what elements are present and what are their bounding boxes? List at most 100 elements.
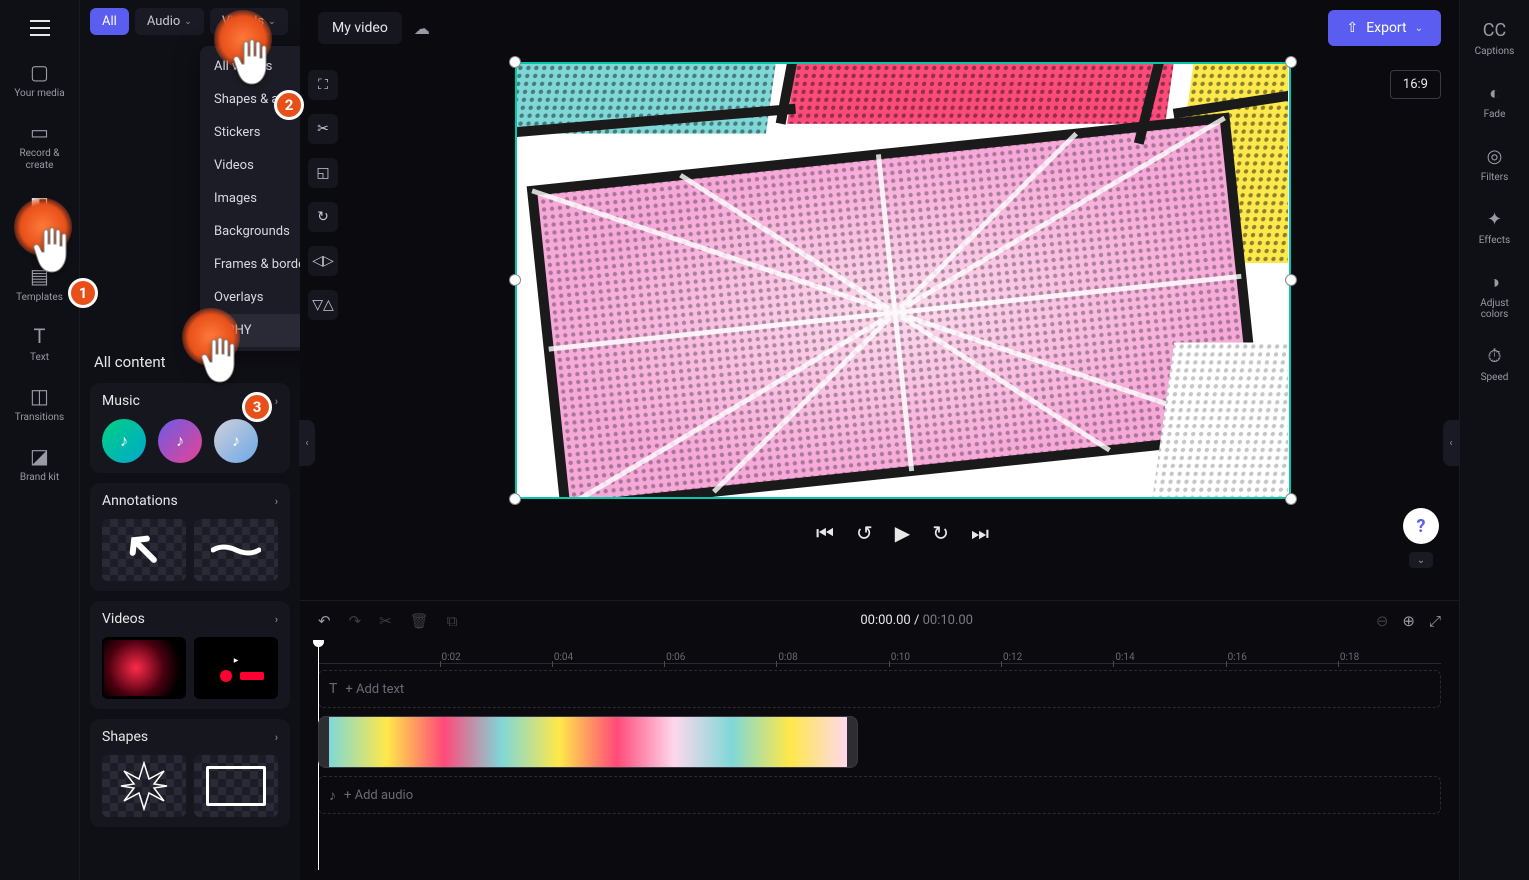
resize-handle[interactable] — [1285, 274, 1297, 286]
rail-transitions[interactable]: ◫ Transitions — [5, 376, 75, 432]
hamburger-menu[interactable] — [20, 8, 60, 48]
visuals-dropdown: All visuals Shapes & annotations Sticker… — [200, 46, 300, 351]
rail-label: Content library — [9, 220, 71, 244]
help-collapse[interactable]: ⌄ — [1409, 552, 1433, 568]
right-label: Effects — [1479, 235, 1510, 246]
preview-canvas[interactable] — [515, 62, 1291, 499]
clip-handle-left[interactable] — [319, 717, 329, 767]
rail-label: Transitions — [15, 412, 64, 424]
zoom-fit-button[interactable]: ⤢ — [1429, 612, 1441, 630]
section-music-header[interactable]: Music › — [102, 393, 278, 409]
filters-icon: ◎ — [1487, 146, 1503, 167]
export-label: Export — [1366, 20, 1406, 36]
right-label: Speed — [1481, 372, 1509, 383]
right-fade[interactable]: ◐ Fade — [1465, 73, 1525, 130]
timeline-ruler[interactable]: 0:02 0:04 0:06 0:08 0:10 0:12 0:14 0:16 … — [318, 640, 1441, 664]
music-thumb[interactable]: ♪ — [102, 419, 146, 463]
section-annotations-header[interactable]: Annotations › — [102, 493, 278, 509]
sidebar-collapse[interactable]: ‹ — [299, 420, 315, 466]
resize-handle[interactable] — [1285, 493, 1297, 505]
comic-panel-art — [517, 64, 1289, 499]
rail-record-create[interactable]: ▭ Record & create — [5, 112, 75, 180]
section-videos-header[interactable]: Videos › — [102, 611, 278, 627]
delete-button[interactable]: 🗑 — [410, 612, 429, 630]
filter-tab-label: Audio — [147, 14, 180, 29]
dd-all-visuals[interactable]: All visuals — [200, 50, 300, 83]
resize-handle[interactable] — [509, 493, 521, 505]
right-adjust-colors[interactable]: ◑ Adjust colors — [1465, 262, 1525, 330]
split-button[interactable]: ✂ — [379, 612, 392, 630]
right-filters[interactable]: ◎ Filters — [1465, 136, 1525, 193]
shape-thumb[interactable] — [194, 755, 278, 817]
music-thumb[interactable]: ♪ — [214, 419, 258, 463]
text-track[interactable]: T + Add text — [318, 670, 1441, 708]
right-effects[interactable]: ✦ Effects — [1465, 199, 1525, 256]
video-clip[interactable] — [318, 716, 858, 768]
rotate-tool[interactable]: ↻ — [308, 202, 338, 232]
dd-backgrounds[interactable]: Backgrounds — [200, 215, 300, 248]
export-button[interactable]: ⇧ Export ⌄ — [1328, 10, 1441, 46]
right-speed[interactable]: ⏱ Speed — [1465, 336, 1525, 393]
rewind-button[interactable]: ↺ — [856, 521, 873, 545]
filter-tab-visuals[interactable]: Visuals ⌄ — [210, 8, 288, 35]
music-icon: ♪ — [120, 431, 128, 451]
rail-text[interactable]: T Text — [5, 316, 75, 372]
duplicate-button[interactable]: ⧉ — [447, 612, 458, 630]
zoom-out-button[interactable]: ⊖ — [1376, 612, 1389, 630]
dd-images[interactable]: Images — [200, 182, 300, 215]
resize-handle[interactable] — [1285, 56, 1297, 68]
skip-end-button[interactable]: ⏭ — [971, 521, 989, 545]
cloud-sync-icon[interactable]: ☁ — [414, 19, 430, 38]
dd-shapes-annotations[interactable]: Shapes & annotations — [200, 83, 300, 116]
dd-giphy[interactable]: GIPHY — [200, 314, 300, 347]
right-panel-expand[interactable]: ‹ — [1443, 420, 1459, 466]
right-label: Filters — [1481, 172, 1509, 183]
resize-handle[interactable] — [509, 274, 521, 286]
video-thumb[interactable] — [102, 637, 186, 699]
duration: 00:10.00 — [923, 613, 973, 628]
play-button[interactable]: ▶ — [895, 521, 910, 545]
dd-frames-borders[interactable]: Frames & borders — [200, 248, 300, 281]
flip-v-tool[interactable]: ▽△ — [308, 290, 338, 320]
section-music: Music › ♪ ♪ ♪ — [90, 383, 290, 473]
top-bar: My video ☁ ⇧ Export ⌄ — [300, 0, 1459, 56]
filter-tab-all[interactable]: All — [90, 8, 129, 35]
right-captions[interactable]: CC Captions — [1465, 10, 1525, 67]
video-thumb[interactable]: ▶ — [194, 637, 278, 699]
camera-icon: ▭ — [30, 120, 49, 144]
annotation-thumb[interactable] — [194, 519, 278, 581]
forward-button[interactable]: ↻ — [932, 521, 949, 545]
project-title-input[interactable]: My video — [318, 12, 402, 44]
rail-templates[interactable]: ▤ Templates — [5, 256, 75, 312]
rail-your-media[interactable]: ▢ Your media — [5, 52, 75, 108]
audio-track[interactable]: ♪ + Add audio — [318, 776, 1441, 814]
section-shapes-header[interactable]: Shapes › — [102, 729, 278, 745]
rail-label: Brand kit — [20, 472, 59, 484]
dd-stickers[interactable]: Stickers — [200, 116, 300, 149]
annotation-thumb[interactable] — [102, 519, 186, 581]
redo-button[interactable]: ↷ — [349, 612, 362, 630]
ruler-mark: 0:08 — [778, 652, 797, 663]
dd-videos[interactable]: Videos › — [200, 149, 300, 182]
skip-start-button[interactable]: ⏮ — [816, 521, 834, 545]
pip-tool[interactable]: ◱ — [308, 158, 338, 188]
filter-tab-audio[interactable]: Audio ⌄ — [135, 8, 204, 35]
ruler-mark: 0:12 — [1003, 652, 1022, 663]
text-icon: T — [34, 324, 46, 348]
undo-button[interactable]: ↶ — [318, 612, 331, 630]
time-display: 00:00.00 / 00:10.00 — [476, 613, 1358, 628]
shape-thumb[interactable] — [102, 755, 186, 817]
resize-handle[interactable] — [509, 56, 521, 68]
flip-h-tool[interactable]: ◁▷ — [308, 246, 338, 276]
brand-icon: ◪ — [30, 444, 49, 468]
zoom-in-button[interactable]: ⊕ — [1402, 612, 1415, 630]
fit-tool[interactable]: ⛶ — [308, 70, 338, 100]
rail-content-library[interactable]: ◧ Content library — [5, 184, 75, 252]
help-button[interactable]: ? — [1403, 508, 1439, 544]
rail-brand-kit[interactable]: ◪ Brand kit — [5, 436, 75, 492]
music-thumb[interactable]: ♪ — [158, 419, 202, 463]
crop-tool[interactable]: ✂ — [308, 114, 338, 144]
clip-handle-right[interactable] — [847, 717, 857, 767]
aspect-ratio-button[interactable]: 16:9 — [1390, 70, 1441, 99]
dd-overlays[interactable]: Overlays › — [200, 281, 300, 314]
